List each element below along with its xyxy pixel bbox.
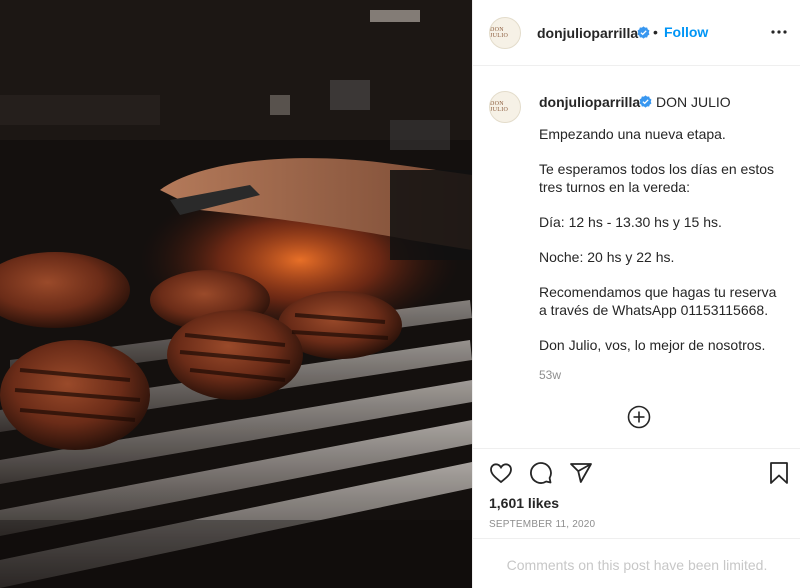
caption-paragraph: Don Julio, vos, lo mejor de nosotros. xyxy=(539,337,766,353)
avatar-logo: DON JULIO xyxy=(490,101,509,113)
caption-paragraph: Día: 12 hs - 13.30 hs y 15 hs. xyxy=(539,214,722,230)
verified-badge-icon xyxy=(639,95,652,108)
caption-paragraph: Recomendamos que hagas tu reserva a trav… xyxy=(539,284,777,318)
caption-timestamp[interactable]: 53w xyxy=(539,368,561,382)
heart-icon[interactable] xyxy=(489,461,513,485)
post-header: DON JULIO donjulioparrilla • Follow xyxy=(473,0,800,66)
post-details-panel: DON JULIO donjulioparrilla • Follow DON … xyxy=(472,0,800,588)
header-username[interactable]: donjulioparrilla xyxy=(537,25,638,41)
post-actions: 1,601 likes SEPTEMBER 11, 2020 xyxy=(473,448,800,538)
bookmark-icon[interactable] xyxy=(767,461,791,485)
plus-circle-icon[interactable] xyxy=(627,405,651,429)
paper-plane-icon[interactable] xyxy=(569,461,593,485)
caption-avatar[interactable]: DON JULIO xyxy=(489,91,521,123)
comments-limited-notice: Comments on this post have been limited. xyxy=(473,538,800,588)
avatar-logo: DON JULIO xyxy=(490,27,509,39)
grill-steaks-image xyxy=(0,0,472,588)
caption-display-name: DON JULIO xyxy=(656,94,731,110)
avatar[interactable]: DON JULIO xyxy=(489,17,521,49)
follow-button[interactable]: Follow xyxy=(664,24,708,40)
more-options-icon[interactable] xyxy=(769,22,789,42)
caption-username[interactable]: donjulioparrilla xyxy=(539,94,640,110)
caption-paragraph: Noche: 20 hs y 22 hs. xyxy=(539,249,675,265)
caption-paragraph: Te esperamos todos los días en estos tre… xyxy=(539,161,775,195)
separator-dot: • xyxy=(653,24,658,40)
post-caption: DON JULIO donjulioparrilla DON JULIO Emp… xyxy=(473,67,800,447)
caption-paragraph: Empezando una nueva etapa. xyxy=(539,126,726,142)
post-date[interactable]: SEPTEMBER 11, 2020 xyxy=(489,519,595,530)
caption-text: Empezando una nueva etapa. Te esperamos … xyxy=(539,125,784,371)
verified-badge-icon xyxy=(637,26,650,39)
comment-bubble-icon[interactable] xyxy=(529,461,553,485)
post-photo[interactable] xyxy=(0,0,472,588)
likes-count[interactable]: 1,601 likes xyxy=(489,495,559,511)
